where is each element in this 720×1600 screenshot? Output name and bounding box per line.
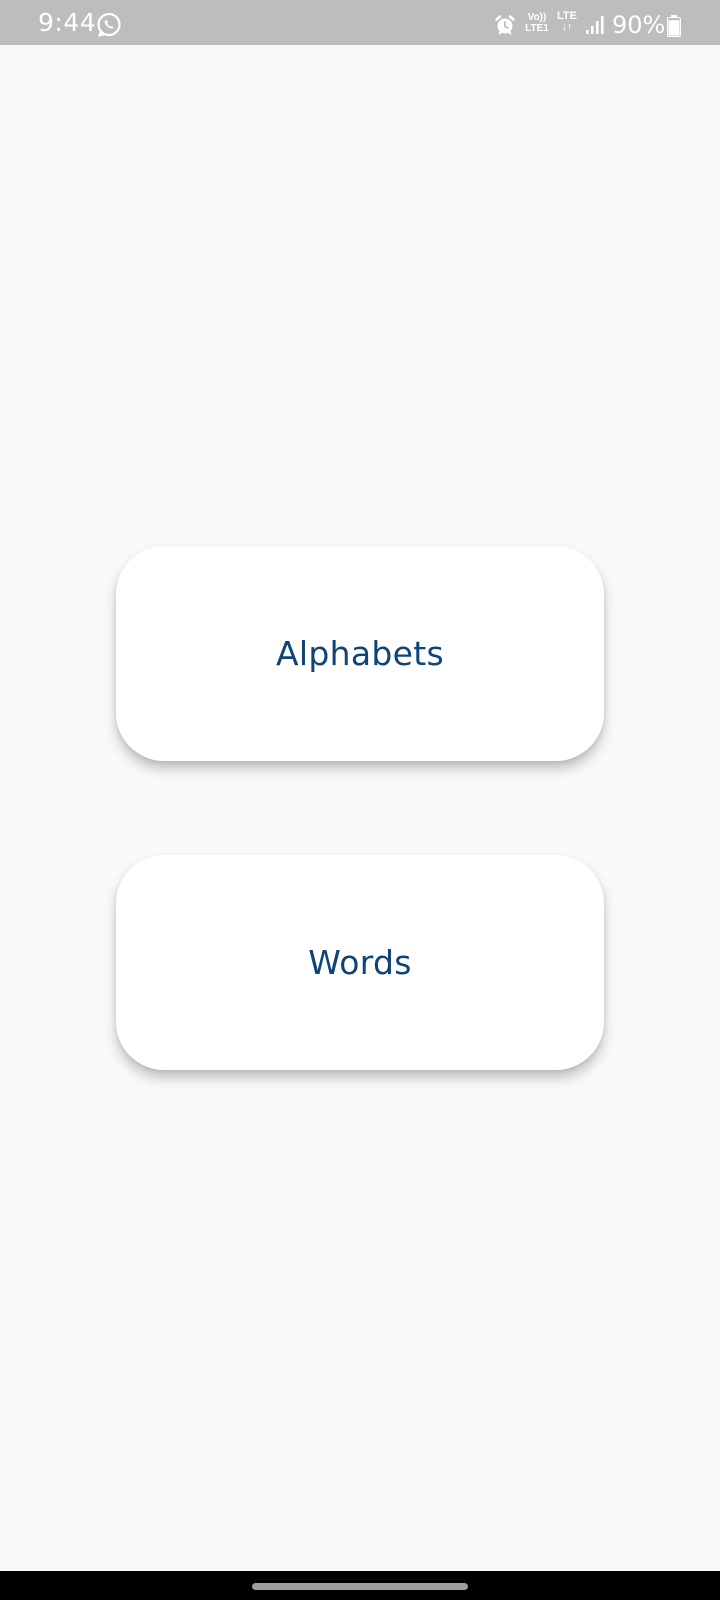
alphabets-label: Alphabets — [276, 634, 444, 673]
battery-percent: 90% — [612, 11, 666, 39]
status-time: 9:44 — [38, 8, 97, 37]
volte-bottom-label: LTE1 — [525, 23, 549, 34]
lte-icon: LTE ↓↑ — [555, 11, 579, 33]
signal-icon — [586, 16, 604, 34]
screen: 9:44 Vo)) LTE1 LTE ↓↑ 90% Alphabets Word… — [0, 0, 720, 1600]
battery-fill — [668, 20, 680, 36]
words-label: Words — [308, 943, 412, 982]
home-indicator[interactable] — [252, 1583, 468, 1590]
alarm-icon — [495, 15, 515, 35]
navigation-bar — [0, 1571, 720, 1600]
battery-icon — [667, 15, 681, 37]
volte-top-label: Vo)) — [527, 12, 547, 23]
volte-icon: Vo)) LTE1 — [523, 12, 551, 34]
whatsapp-icon — [97, 12, 121, 37]
status-bar: 9:44 Vo)) LTE1 LTE ↓↑ 90% — [0, 0, 720, 45]
words-button[interactable]: Words — [116, 855, 604, 1070]
alphabets-button[interactable]: Alphabets — [116, 546, 604, 761]
lte-arrows: ↓↑ — [561, 21, 573, 33]
